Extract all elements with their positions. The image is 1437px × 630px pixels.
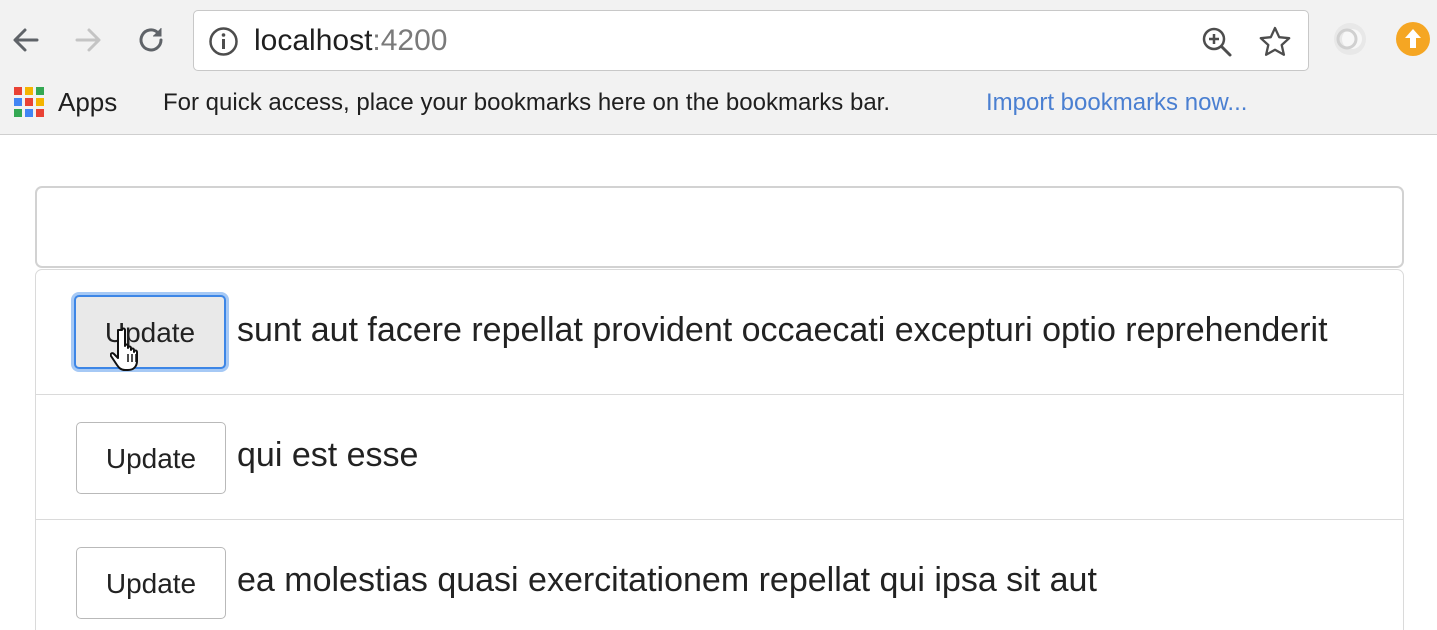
forward-arrow-icon — [75, 28, 101, 52]
reload-icon — [139, 28, 163, 52]
reload-button[interactable] — [131, 20, 171, 60]
list-item: Update qui est esse — [36, 395, 1403, 520]
item-title: sunt aut facere repellat provident occae… — [237, 311, 1328, 349]
title-input[interactable] — [35, 186, 1404, 268]
page-content: Update sunt aut facere repellat providen… — [0, 136, 1437, 630]
url-host: localhost — [254, 24, 373, 57]
extension-icon[interactable] — [1331, 20, 1369, 58]
list-item: Update ea molestias quasi exercitationem… — [36, 520, 1403, 630]
apps-shortcut[interactable]: Apps — [14, 86, 117, 118]
back-button[interactable] — [6, 20, 46, 60]
apps-grid-icon — [14, 87, 44, 117]
back-arrow-icon — [13, 28, 39, 52]
url-text[interactable]: localhost:4200 — [254, 23, 447, 59]
update-button[interactable]: Update — [74, 295, 226, 369]
address-bar[interactable]: localhost:4200 — [193, 10, 1309, 71]
zoom-icon[interactable] — [1200, 25, 1234, 59]
item-title: qui est esse — [237, 436, 419, 474]
update-extension-icon[interactable] — [1394, 20, 1432, 58]
post-list: Update sunt aut facere repellat providen… — [35, 269, 1404, 630]
update-button[interactable]: Update — [76, 422, 226, 494]
bookmark-star-icon[interactable] — [1258, 25, 1292, 59]
forward-button[interactable] — [68, 20, 108, 60]
url-port: :4200 — [372, 24, 448, 57]
bookmarks-hint: For quick access, place your bookmarks h… — [163, 89, 891, 116]
browser-chrome: localhost:4200 Apps For quick access, pl… — [0, 0, 1437, 135]
import-bookmarks-link[interactable]: Import bookmarks now... — [986, 88, 1247, 118]
bookmarks-bar: Apps For quick access, place your bookma… — [0, 80, 1437, 130]
apps-label: Apps — [58, 87, 118, 117]
list-item: Update sunt aut facere repellat providen… — [36, 270, 1403, 395]
update-button[interactable]: Update — [76, 547, 226, 619]
info-icon[interactable] — [208, 26, 239, 57]
item-title: ea molestias quasi exercitationem repell… — [237, 561, 1097, 599]
